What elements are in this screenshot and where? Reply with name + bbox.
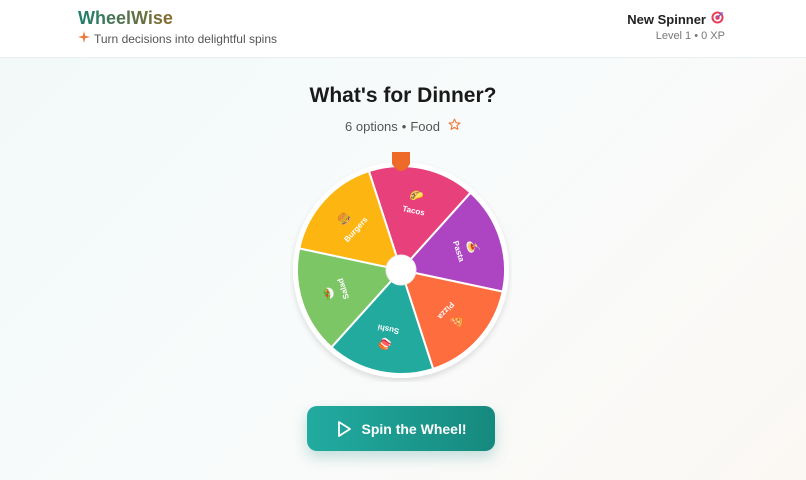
option-count: 6 options (345, 118, 398, 134)
meta-separator: • (401, 118, 407, 134)
category-label: Food (410, 118, 440, 134)
wheel-hub (385, 254, 417, 286)
wheel-graphic: 🌮Tacos🍝Pasta🍕Pizza🍣Sushi🥗Salad🍔Burgers (293, 152, 509, 378)
tagline: Turn decisions into delightful spins (78, 31, 277, 46)
star-outline-icon[interactable] (448, 118, 461, 134)
top-bar: WheelWise Turn decisions into delightful… (0, 0, 806, 58)
spin-button[interactable]: Spin the Wheel! (307, 406, 495, 451)
target-icon (711, 11, 724, 27)
user-profile[interactable]: New Spinner (627, 11, 724, 27)
user-name: New Spinner (627, 11, 706, 27)
sparkle-icon (78, 31, 90, 46)
wheel-meta: 6 options • Food (0, 118, 806, 134)
brand-logo[interactable]: WheelWise (78, 8, 173, 29)
spin-button-label: Spin the Wheel! (361, 420, 467, 437)
play-icon (336, 420, 352, 438)
spin-wheel[interactable]: 🌮 Tacos 🍝 Pasta 🍕 Pizza 🍣 Sushi 🥗 Salad 🍔 Burgers (290, 150, 512, 382)
tagline-text: Turn decisions into delightful spins (94, 31, 277, 46)
wheel-title: What's for Dinner? (309, 84, 497, 107)
level-xp: Level 1 • 0 XP (655, 30, 725, 42)
